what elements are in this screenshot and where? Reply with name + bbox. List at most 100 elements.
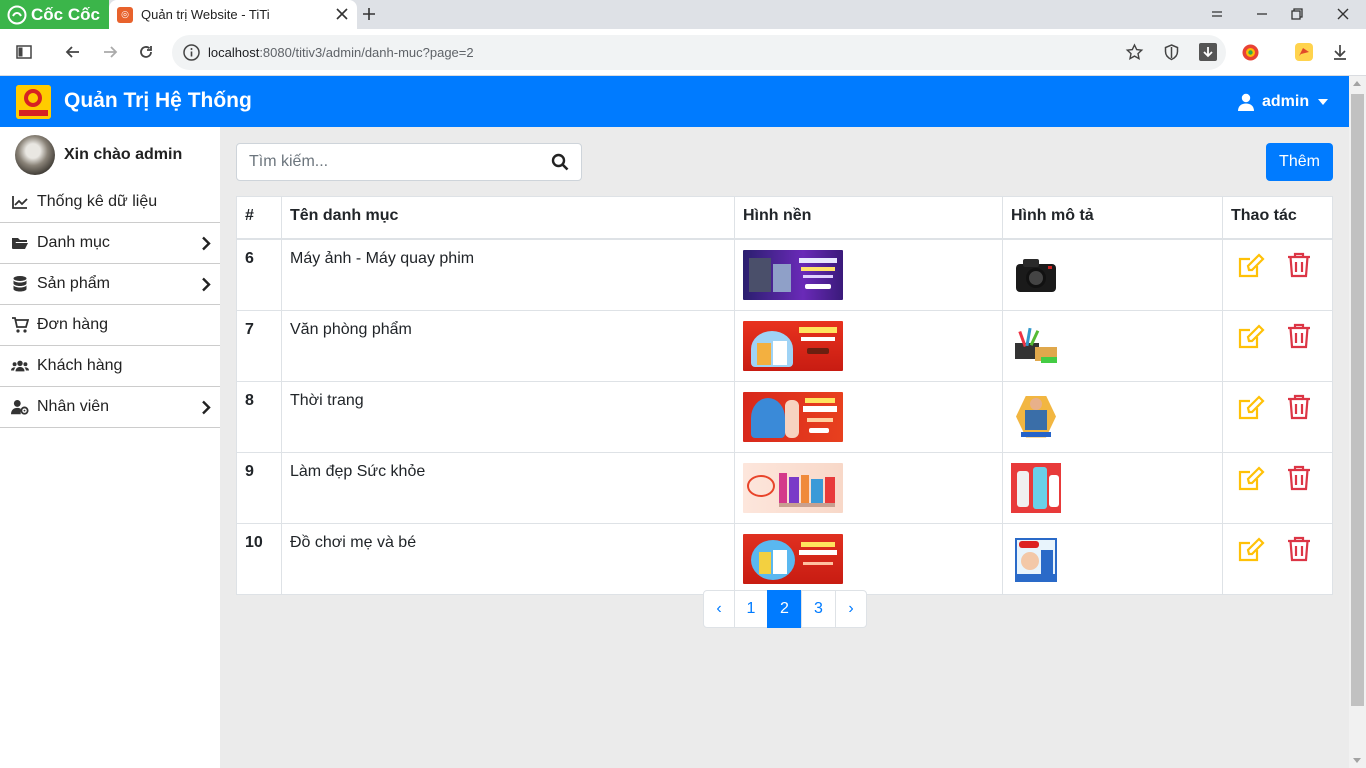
- row-name: Làm đẹp Sức khỏe: [281, 451, 735, 524]
- delete-icon[interactable]: [1287, 465, 1311, 491]
- chevron-right-icon: [202, 236, 211, 251]
- shield-icon[interactable]: [1162, 43, 1181, 62]
- download-page-icon[interactable]: [1198, 42, 1218, 62]
- row-name: Văn phòng phẩm: [281, 309, 735, 382]
- new-tab-icon[interactable]: [360, 5, 378, 23]
- maximize-icon[interactable]: [1288, 5, 1306, 23]
- pagination-next[interactable]: ›: [835, 590, 867, 628]
- table-row: 9 Làm đẹp Sức khỏe: [236, 451, 1333, 524]
- site-favicon-icon: ◎: [117, 6, 133, 23]
- site-info-icon[interactable]: [182, 43, 201, 62]
- avatar: [15, 135, 55, 175]
- sidebar-item-label: Danh mục: [37, 234, 110, 251]
- row-id: 8: [236, 380, 282, 453]
- bookmark-star-icon[interactable]: [1125, 43, 1144, 62]
- edit-icon[interactable]: [1237, 536, 1265, 564]
- category-banner-image: [743, 249, 843, 300]
- search-icon[interactable]: [551, 153, 569, 171]
- sidebar-toggle-icon[interactable]: [15, 43, 33, 61]
- column-header-name: Tên danh mục: [281, 196, 735, 240]
- row-id: 10: [236, 522, 282, 595]
- scroll-down-arrow-icon[interactable]: [1353, 758, 1361, 763]
- close-tab-icon[interactable]: [333, 5, 351, 23]
- user-cog-icon: [11, 399, 29, 415]
- welcome-text: Xin chào admin: [64, 146, 183, 163]
- edit-icon[interactable]: [1237, 323, 1265, 351]
- user-menu[interactable]: admin: [1238, 90, 1329, 114]
- caret-down-icon: [1318, 99, 1329, 105]
- browser-tab[interactable]: ◎ Quản trị Website - TiTi: [109, 0, 357, 29]
- column-header-thumbnail: Hình mô tả: [1002, 196, 1223, 240]
- category-banner-image: [743, 533, 843, 584]
- edit-icon[interactable]: [1237, 394, 1265, 422]
- delete-icon[interactable]: [1287, 394, 1311, 420]
- site-logo[interactable]: [16, 85, 51, 119]
- folder-open-icon: [12, 238, 28, 249]
- back-icon[interactable]: [64, 43, 82, 61]
- browser-brand: Cốc Cốc: [31, 4, 100, 24]
- address-bar[interactable]: localhost:8080/titiv3/admin/danh-muc?pag…: [172, 35, 1226, 70]
- sidebar-item-label: Sản phẩm: [37, 275, 110, 292]
- edit-icon[interactable]: [1237, 465, 1265, 493]
- sidebar-item-employees[interactable]: Nhân viên: [0, 387, 220, 428]
- user-name: admin: [1262, 93, 1310, 110]
- row-id: 7: [236, 309, 282, 382]
- search-input[interactable]: [237, 144, 537, 180]
- column-header-id: #: [236, 196, 282, 240]
- category-thumbnail-image: [1011, 250, 1061, 300]
- downloads-icon[interactable]: [1331, 43, 1349, 61]
- welcome-block: Xin chào admin: [15, 135, 182, 175]
- sidebar-item-orders[interactable]: Đơn hàng: [0, 305, 220, 346]
- sidebar-item-statistics[interactable]: Thống kê dữ liệu: [0, 182, 220, 223]
- window-close-icon[interactable]: [1334, 5, 1352, 23]
- row-id: 9: [236, 451, 282, 524]
- browser-logo[interactable]: Cốc Cốc: [0, 0, 109, 29]
- extension-icon[interactable]: [1241, 43, 1260, 62]
- category-banner-image: [743, 320, 843, 371]
- forward-icon[interactable]: [101, 43, 119, 61]
- chevron-right-icon: [202, 277, 211, 292]
- table-row: 7 Văn phòng phẩm: [236, 309, 1333, 382]
- edit-icon[interactable]: [1237, 252, 1265, 280]
- database-icon: [13, 276, 27, 292]
- minimize-icon[interactable]: [1253, 5, 1271, 23]
- pagination-page-1[interactable]: 1: [734, 590, 768, 628]
- scroll-thumb[interactable]: [1351, 94, 1364, 706]
- restore-tabs-icon[interactable]: [1208, 5, 1226, 23]
- category-banner-image: [743, 462, 843, 513]
- app-title[interactable]: Quản Trị Hệ Thống: [64, 89, 252, 113]
- category-banner-image: [743, 391, 843, 442]
- browser-toolbar: localhost:8080/titiv3/admin/danh-muc?pag…: [0, 29, 1366, 76]
- delete-icon[interactable]: [1287, 323, 1311, 349]
- app-header: Quản Trị Hệ Thống admin: [0, 76, 1349, 127]
- column-header-actions: Thao tác: [1222, 196, 1333, 240]
- sidebar: Xin chào admin Thống kê dữ liệu Danh mục…: [0, 127, 220, 768]
- category-thumbnail-image: [1011, 392, 1061, 442]
- shopping-cart-icon: [12, 317, 29, 333]
- rocket-extension-icon[interactable]: [1294, 42, 1314, 62]
- page-scrollbar[interactable]: [1349, 76, 1366, 768]
- table-row: 8 Thời trang: [236, 380, 1333, 453]
- browser-tab-strip: Cốc Cốc ◎ Quản trị Website - TiTi: [0, 0, 1366, 29]
- delete-icon[interactable]: [1287, 536, 1311, 562]
- pagination-page-3[interactable]: 3: [801, 590, 836, 628]
- chevron-right-icon: [202, 400, 211, 415]
- row-name: Thời trang: [281, 380, 735, 453]
- delete-icon[interactable]: [1287, 252, 1311, 278]
- reload-icon[interactable]: [137, 43, 155, 61]
- add-category-button[interactable]: Thêm: [1266, 143, 1333, 181]
- pagination-prev[interactable]: ‹: [703, 590, 735, 628]
- sidebar-item-customers[interactable]: Khách hàng: [0, 346, 220, 387]
- user-icon: [1238, 93, 1254, 111]
- search-box: [236, 143, 582, 181]
- pagination-page-2[interactable]: 2: [767, 590, 802, 628]
- scroll-up-arrow-icon[interactable]: [1353, 81, 1361, 86]
- line-chart-icon: [12, 196, 28, 209]
- row-name: Đồ chơi mẹ và bé: [281, 522, 735, 595]
- coccoc-logo-icon: [7, 5, 27, 24]
- sidebar-item-label: Đơn hàng: [37, 316, 108, 333]
- row-name: Máy ảnh - Máy quay phim: [281, 238, 735, 311]
- sidebar-item-products[interactable]: Sản phẩm: [0, 264, 220, 305]
- table-header-row: # Tên danh mục Hình nền Hình mô tả Thao …: [236, 196, 1333, 240]
- sidebar-item-categories[interactable]: Danh mục: [0, 223, 220, 264]
